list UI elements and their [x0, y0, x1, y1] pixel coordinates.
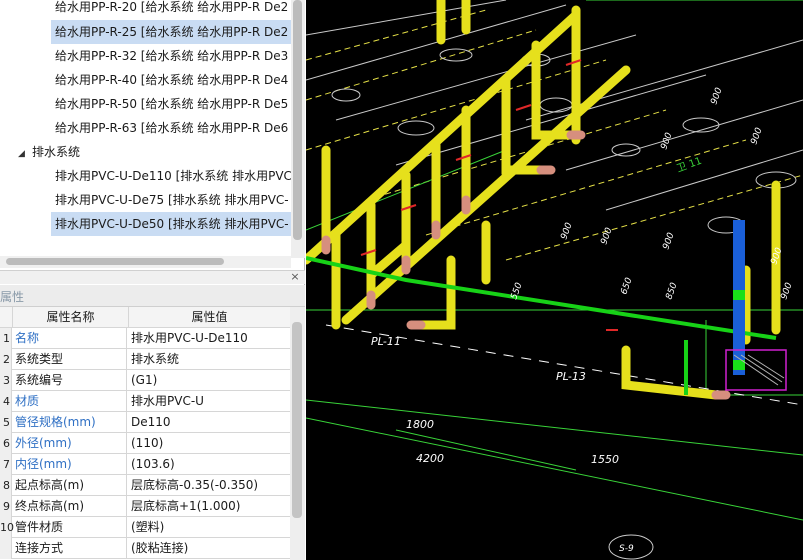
- tree-item-pvc110[interactable]: 排水用PVC-U-De110 [排水系统 排水用PVC: [51, 164, 291, 188]
- tree-group-label: 排水系统: [32, 145, 81, 159]
- tree-item-label: 给水用PP-R-32 [给水系统 给水用PP-R De3: [55, 49, 289, 63]
- tree-item-label: 给水用PP-R-25 [给水系统 给水用PP-R De2: [55, 25, 289, 39]
- property-value[interactable]: (胶粘连接): [131, 538, 290, 559]
- pipe-label-pl11: PL-11: [371, 335, 401, 348]
- property-value[interactable]: De110: [131, 412, 290, 433]
- column-header-value: 属性值: [191, 310, 228, 324]
- property-value[interactable]: (110): [131, 433, 290, 454]
- table-row[interactable]: 4 材质 排水用PVC-U: [0, 391, 290, 412]
- table-row[interactable]: 2 系统类型 排水系统: [0, 349, 290, 370]
- panel-splitter[interactable]: [0, 270, 305, 284]
- row-index: 3: [0, 370, 12, 391]
- annotation-text: 900: [599, 226, 614, 246]
- property-name: 管径规格(mm): [15, 412, 127, 433]
- property-value[interactable]: (103.6): [131, 454, 290, 475]
- property-value[interactable]: 排水系统: [131, 349, 290, 370]
- table-row[interactable]: 8 起点标高(m) 层底标高-0.35(-0.350): [0, 475, 290, 496]
- property-name: 内径(mm): [15, 454, 127, 475]
- tree-item-pvc75[interactable]: 排水用PVC-U-De75 [排水系统 排水用PVC-: [51, 188, 291, 212]
- tree-item-ppr32[interactable]: 给水用PP-R-32 [给水系统 给水用PP-R De3: [51, 44, 291, 68]
- tree-item-label: 给水用PP-R-50 [给水系统 给水用PP-R De5: [55, 97, 289, 111]
- table-row[interactable]: 6 外径(mm) (110): [0, 433, 290, 454]
- row-index: 8: [0, 475, 12, 496]
- table-row[interactable]: 7 内径(mm) (103.6): [0, 454, 290, 475]
- property-name: 连接方式: [15, 538, 127, 559]
- green-dimension-lines: [306, 0, 803, 521]
- row-index: 2: [0, 349, 12, 370]
- close-icon[interactable]: ×: [289, 270, 301, 284]
- properties-title: 属性: [0, 290, 25, 304]
- property-name: 名称: [15, 328, 127, 349]
- properties-table-header: 属性名称 属性值: [0, 307, 290, 328]
- table-row[interactable]: 1 名称 排水用PVC-U-De110: [0, 328, 290, 349]
- property-name: 系统编号: [15, 370, 127, 391]
- properties-header: [0, 285, 305, 307]
- annotation-text: 900: [749, 126, 764, 146]
- table-row[interactable]: 3 系统编号 (G1): [0, 370, 290, 391]
- pipe-type-tree[interactable]: 给水用PP-R-20 [给水系统 给水用PP-R De2 给水用PP-R-25 …: [0, 0, 291, 258]
- collapse-triangle-icon[interactable]: ◢: [18, 142, 32, 166]
- row-index: 1: [0, 328, 12, 349]
- cad-drawing[interactable]: PL-11 PL-13 1800 4200 1550 S-9 900 900 9…: [306, 0, 803, 560]
- property-value[interactable]: 排水用PVC-U: [131, 391, 290, 412]
- tree-vertical-scroll-thumb[interactable]: [293, 0, 302, 240]
- property-name: 起点标高(m): [15, 475, 127, 496]
- tree-item-label: 给水用PP-R-40 [给水系统 给水用PP-R De4: [55, 73, 289, 87]
- row-index: 9: [0, 496, 12, 517]
- property-value[interactable]: (塑料): [131, 517, 290, 538]
- tree-item-label: 排水用PVC-U-De50 [排水系统 排水用PVC-: [55, 217, 289, 231]
- tree-item-label: 排水用PVC-U-De110 [排水系统 排水用PVC: [55, 169, 291, 183]
- annotation-text: 900: [659, 131, 674, 151]
- property-name: 管件材质: [15, 517, 127, 538]
- vertical-annotations: 900 900 900 900 900 900 900 900 550 650 …: [509, 86, 794, 301]
- pipe-label-pl13: PL-13: [556, 370, 586, 383]
- tree-item-label: 给水用PP-R-20 [给水系统 给水用PP-R De2: [55, 0, 289, 14]
- annotation-text: 850: [664, 281, 679, 301]
- property-value[interactable]: 层底标高-0.35(-0.350): [131, 475, 290, 496]
- tree-item-ppr63[interactable]: 给水用PP-R-63 [给水系统 给水用PP-R De6: [51, 116, 291, 140]
- property-name: 终点标高(m): [15, 496, 127, 517]
- table-row[interactable]: 连接方式 (胶粘连接): [0, 538, 290, 559]
- row-index: 7: [0, 454, 12, 475]
- tree-item-ppr50[interactable]: 给水用PP-R-50 [给水系统 给水用PP-R De5: [51, 92, 291, 116]
- row-index: 10: [0, 517, 14, 538]
- tree-item-label: 排水用PVC-U-De75 [排水系统 排水用PVC-: [55, 193, 289, 207]
- annotation-text: 900: [709, 86, 724, 106]
- row-index: 6: [0, 433, 12, 454]
- row-index: [0, 538, 12, 559]
- row-index: 5: [0, 412, 12, 433]
- section-label-s9: S-9: [619, 544, 634, 554]
- dimension-1800: 1800: [406, 418, 434, 431]
- room-label: 卫 11: [675, 156, 703, 175]
- tree-item-ppr25[interactable]: 给水用PP-R-25 [给水系统 给水用PP-R De2: [51, 20, 291, 44]
- tree-horizontal-scroll-thumb[interactable]: [6, 258, 224, 265]
- annotation-text: 900: [559, 221, 574, 241]
- property-name: 材质: [15, 391, 127, 412]
- table-row[interactable]: 9 终点标高(m) 层底标高+1(1.000): [0, 496, 290, 517]
- property-value[interactable]: 层底标高+1(1.000): [131, 496, 290, 517]
- column-header-name: 属性名称: [12, 307, 129, 328]
- property-name: 系统类型: [15, 349, 127, 370]
- property-value[interactable]: 排水用PVC-U-De110: [131, 328, 290, 349]
- property-name: 外径(mm): [15, 433, 127, 454]
- dimension-4200: 4200: [416, 452, 444, 465]
- tree-item-pvc50[interactable]: 排水用PVC-U-De50 [排水系统 排水用PVC-: [51, 212, 291, 236]
- property-value[interactable]: (G1): [131, 370, 290, 391]
- tree-group-drainage[interactable]: ◢ 排水系统: [18, 140, 291, 164]
- annotation-text: 900: [779, 281, 794, 301]
- annotation-text: 900: [661, 231, 676, 251]
- tree-item-label: 给水用PP-R-63 [给水系统 给水用PP-R De6: [55, 121, 289, 135]
- properties-vertical-scroll-thumb[interactable]: [292, 322, 302, 518]
- cad-viewport[interactable]: PL-11 PL-13 1800 4200 1550 S-9 900 900 9…: [306, 0, 803, 560]
- properties-table: 属性名称 属性值 1 名称 排水用PVC-U-De110 2 系统类型 排水系统…: [0, 307, 290, 560]
- annotation-text: 650: [619, 276, 634, 296]
- left-panel: 给水用PP-R-20 [给水系统 给水用PP-R De2 给水用PP-R-25 …: [0, 0, 305, 560]
- row-index: 4: [0, 391, 12, 412]
- tree-item-ppr20[interactable]: 给水用PP-R-20 [给水系统 给水用PP-R De2: [51, 0, 291, 19]
- table-row[interactable]: 5 管径规格(mm) De110: [0, 412, 290, 433]
- blue-riser-pipe: [733, 220, 745, 375]
- dimension-1550: 1550: [591, 453, 619, 466]
- table-row[interactable]: 10 管件材质 (塑料): [0, 517, 290, 538]
- tree-item-ppr40[interactable]: 给水用PP-R-40 [给水系统 给水用PP-R De4: [51, 68, 291, 92]
